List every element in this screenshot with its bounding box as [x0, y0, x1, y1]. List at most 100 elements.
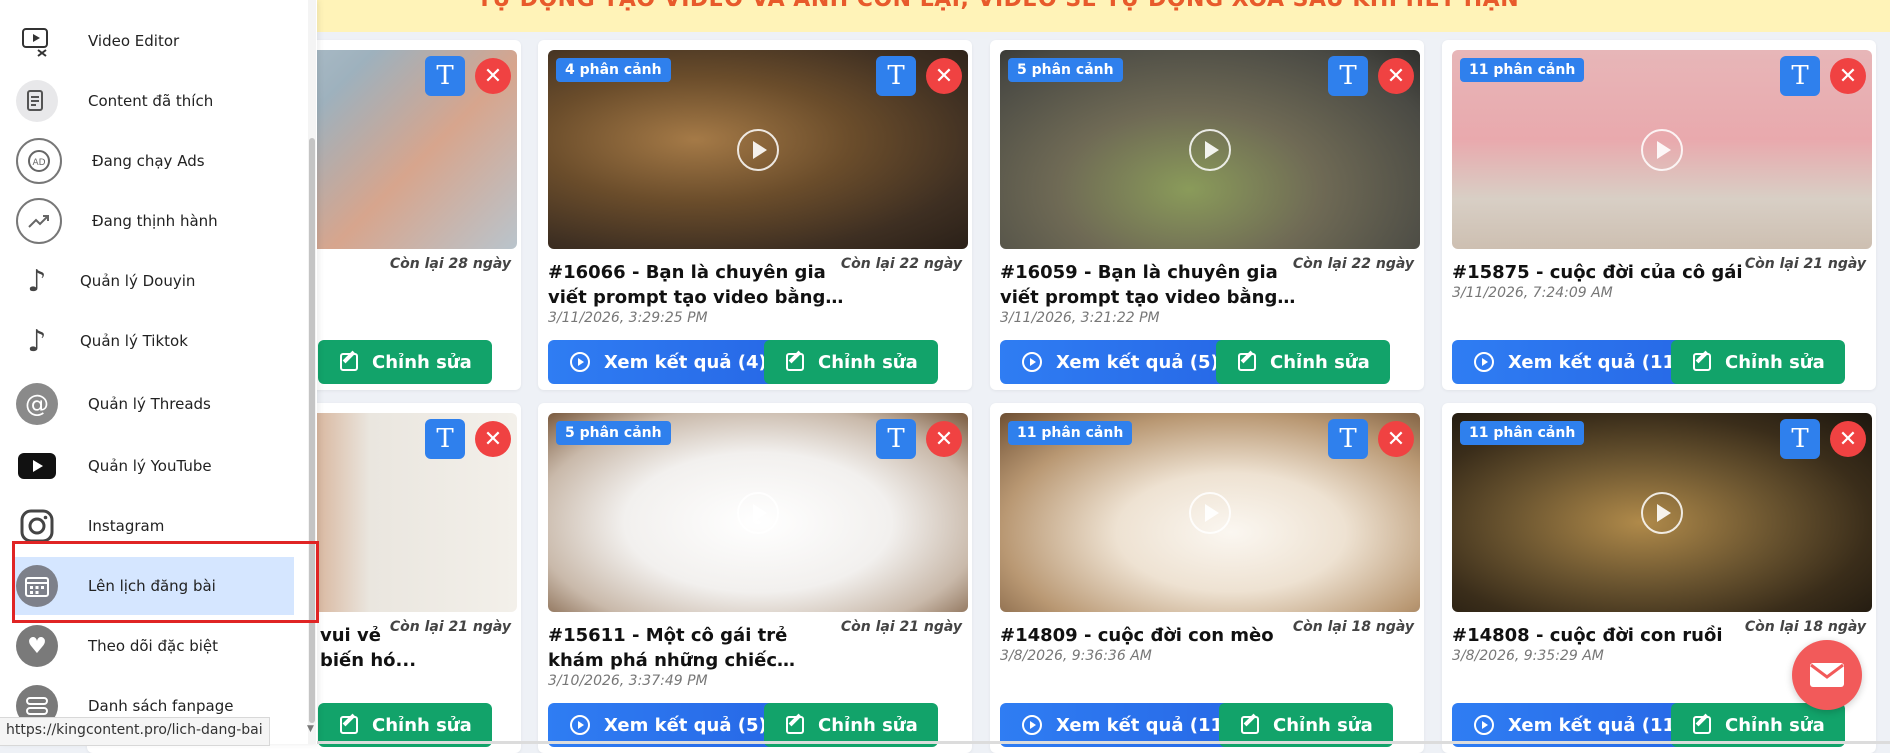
- video-card: 11 phân cảnh T ✕ Còn lại 18 ngày #14809 …: [990, 403, 1424, 753]
- video-thumbnail[interactable]: 11 phân cảnh T ✕: [1000, 413, 1420, 612]
- content-liked-icon: [16, 80, 58, 122]
- delete-button[interactable]: ✕: [475, 421, 511, 457]
- sidebar: Video Editor Content đã thích AD Đang ch…: [0, 0, 317, 744]
- view-button-label: Xem kết quả (11): [1508, 351, 1684, 373]
- edit-icon: [340, 353, 358, 371]
- sidebar-item-label: Theo dõi đặc biệt: [88, 637, 219, 655]
- scene-count-badge: 5 phân cảnh: [556, 421, 671, 445]
- tiktok-icon: ♪: [27, 323, 47, 359]
- edit-button[interactable]: Chỉnh sửa: [318, 340, 492, 384]
- view-results-button[interactable]: Xem kết quả (4): [548, 340, 787, 384]
- sidebar-item-threads[interactable]: @ Quản lý Threads: [12, 375, 294, 433]
- remaining-days: Còn lại 18 ngày: [1292, 619, 1414, 635]
- edit-icon: [786, 716, 804, 734]
- remaining-days: Còn lại 21 ngày: [840, 619, 962, 635]
- sidebar-item-label: Đang chạy Ads: [92, 152, 205, 170]
- mail-fab-button[interactable]: [1792, 640, 1862, 710]
- sidebar-item-label: Quản lý Tiktok: [80, 332, 188, 350]
- video-title: #14809 - cuộc đời con mèo: [1000, 625, 1274, 646]
- edit-button[interactable]: Chỉnh sửa: [764, 340, 938, 384]
- video-thumbnail[interactable]: 11 phân cảnh T ✕: [1452, 50, 1872, 249]
- scene-count-badge: 4 phân cảnh: [556, 58, 671, 82]
- sidebar-item-label: Quản lý Threads: [88, 395, 211, 413]
- play-icon[interactable]: [1189, 491, 1231, 534]
- play-icon[interactable]: [1189, 128, 1231, 171]
- view-results-button[interactable]: Xem kết quả (5): [1000, 340, 1239, 384]
- remaining-days: Còn lại 22 ngày: [840, 256, 962, 272]
- delete-button[interactable]: ✕: [926, 421, 962, 457]
- remaining-days: Còn lại 21 ngày: [1744, 256, 1866, 272]
- edit-button-label: Chỉnh sửa: [1270, 351, 1370, 373]
- delete-button[interactable]: ✕: [1830, 58, 1866, 94]
- sidebar-item-tiktok[interactable]: ♪ Quản lý Tiktok: [12, 312, 294, 370]
- play-icon[interactable]: [1641, 491, 1683, 534]
- edit-button-label: Chỉnh sửa: [1725, 351, 1825, 373]
- sidebar-item-youtube[interactable]: Quản lý YouTube: [12, 437, 294, 495]
- text-overlay-button[interactable]: T: [1780, 56, 1820, 96]
- text-overlay-button[interactable]: T: [425, 419, 465, 459]
- video-editor-icon: [16, 20, 58, 62]
- delete-button[interactable]: ✕: [1378, 421, 1414, 457]
- text-overlay-button[interactable]: T: [1328, 419, 1368, 459]
- video-title: #16066 - Bạn là chuyên gia viết prompt t…: [548, 262, 826, 308]
- video-thumbnail[interactable]: 11 phân cảnh T ✕: [1452, 413, 1872, 612]
- text-overlay-button[interactable]: T: [1780, 419, 1820, 459]
- sidebar-item-trending[interactable]: Đang thịnh hành: [12, 192, 294, 250]
- text-overlay-button[interactable]: T: [425, 56, 465, 96]
- play-circle-icon: [1022, 352, 1042, 372]
- sidebar-item-label: Đang thịnh hành: [92, 212, 218, 230]
- sidebar-item-content-liked[interactable]: Content đã thích: [12, 72, 294, 130]
- edit-button-label: Chỉnh sửa: [818, 714, 918, 736]
- video-thumbnail[interactable]: 5 phân cảnh T ✕: [1000, 50, 1420, 249]
- delete-button[interactable]: ✕: [926, 58, 962, 94]
- video-title: vui vẻ biến hó...: [320, 625, 417, 671]
- play-circle-icon: [1474, 352, 1494, 372]
- video-card: 11 phân cảnh T ✕ Còn lại 21 ngày #15875 …: [1442, 40, 1876, 390]
- sidebar-item-label: Content đã thích: [88, 92, 214, 110]
- video-title: #15611 - Một cô gái trẻ khám phá những c…: [548, 625, 788, 671]
- play-circle-icon: [570, 715, 590, 735]
- ads-icon: AD: [16, 138, 62, 184]
- sidebar-item-label: Danh sách fanpage: [88, 697, 234, 715]
- heart-icon: ♥: [16, 625, 58, 667]
- video-title: #16059 - Bạn là chuyên gia viết prompt t…: [1000, 262, 1278, 308]
- view-results-button[interactable]: Xem kết quả (11): [1452, 340, 1704, 384]
- delete-button[interactable]: ✕: [475, 58, 511, 94]
- selection-highlight: [12, 541, 319, 623]
- play-icon[interactable]: [737, 128, 779, 171]
- video-thumbnail[interactable]: 4 phân cảnh T ✕: [548, 50, 968, 249]
- play-circle-icon: [1022, 715, 1042, 735]
- sidebar-item-label: Instagram: [88, 517, 165, 535]
- scroll-down-arrow-icon[interactable]: ▼: [307, 724, 314, 734]
- sidebar-scrollbar-thumb[interactable]: [309, 138, 315, 723]
- sidebar-item-special-follow[interactable]: ♥ Theo dõi đặc biệt: [12, 617, 294, 675]
- created-date: 3/11/2026, 3:29:25 PM: [548, 310, 708, 326]
- video-thumbnail[interactable]: 5 phân cảnh T ✕: [548, 413, 968, 612]
- douyin-icon: ♪: [27, 263, 47, 299]
- created-date: 3/8/2026, 9:35:29 AM: [1452, 648, 1604, 664]
- created-date: 3/10/2026, 3:37:49 PM: [548, 673, 708, 689]
- edit-icon: [1693, 353, 1711, 371]
- edit-button[interactable]: Chỉnh sửa: [1671, 340, 1845, 384]
- edit-button-label: Chỉnh sửa: [372, 714, 472, 736]
- delete-button[interactable]: ✕: [1378, 58, 1414, 94]
- trending-icon: [16, 198, 62, 244]
- sidebar-item-label: Quản lý Douyin: [80, 272, 196, 290]
- edit-icon: [340, 716, 358, 734]
- threads-icon: @: [16, 383, 58, 425]
- edit-button[interactable]: Chỉnh sửa: [1216, 340, 1390, 384]
- text-overlay-button[interactable]: T: [1328, 56, 1368, 96]
- play-circle-icon: [1474, 715, 1494, 735]
- play-icon[interactable]: [737, 491, 779, 534]
- delete-button[interactable]: ✕: [1830, 421, 1866, 457]
- scene-count-badge: 5 phân cảnh: [1008, 58, 1123, 82]
- remaining-days: Còn lại 28 ngày: [389, 256, 511, 272]
- sidebar-item-video-editor[interactable]: Video Editor: [12, 12, 294, 70]
- sidebar-item-douyin[interactable]: ♪ Quản lý Douyin: [12, 252, 294, 310]
- edit-icon: [1238, 353, 1256, 371]
- sidebar-item-ads[interactable]: AD Đang chạy Ads: [12, 132, 294, 190]
- text-overlay-button[interactable]: T: [876, 56, 916, 96]
- play-icon[interactable]: [1641, 128, 1683, 171]
- remaining-days: Còn lại 22 ngày: [1292, 256, 1414, 272]
- text-overlay-button[interactable]: T: [876, 419, 916, 459]
